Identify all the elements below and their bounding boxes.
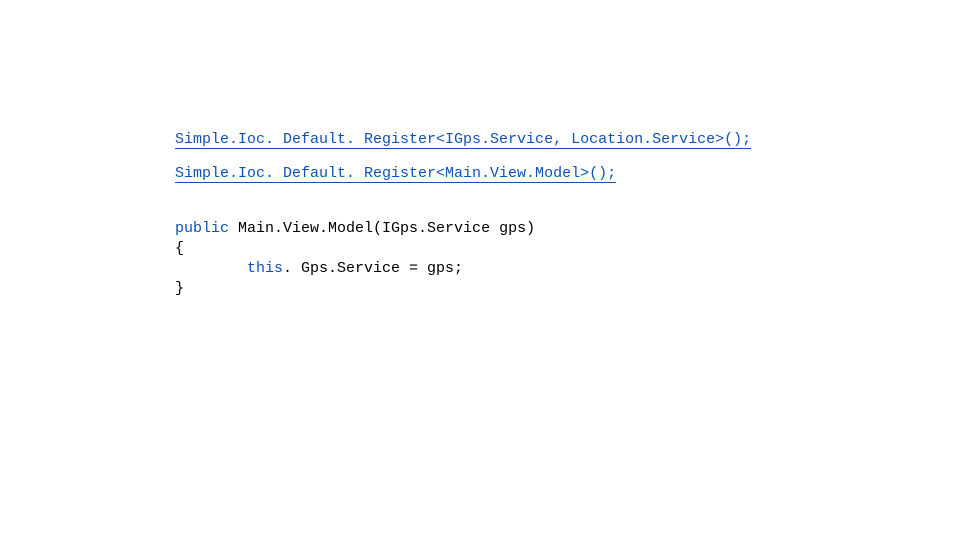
- code-line-4: {: [175, 239, 960, 259]
- keyword-this: this: [247, 260, 283, 277]
- code-block: Simple.Ioc. Default. Register<IGps.Servi…: [0, 0, 960, 300]
- code-line-2: Simple.Ioc. Default. Register<Main.View.…: [175, 164, 960, 184]
- code-text: Simple.Ioc. Default. Register<IGps.Servi…: [175, 131, 751, 149]
- keyword-public: public: [175, 220, 229, 237]
- code-line-6: }: [175, 279, 960, 299]
- code-line-3: public Main.View.Model(IGps.Service gps): [175, 219, 960, 239]
- code-line-5: this. Gps.Service = gps;: [175, 259, 960, 279]
- code-line-1: Simple.Ioc. Default. Register<IGps.Servi…: [175, 130, 960, 150]
- code-text: Simple.Ioc. Default. Register<Main.View.…: [175, 165, 616, 183]
